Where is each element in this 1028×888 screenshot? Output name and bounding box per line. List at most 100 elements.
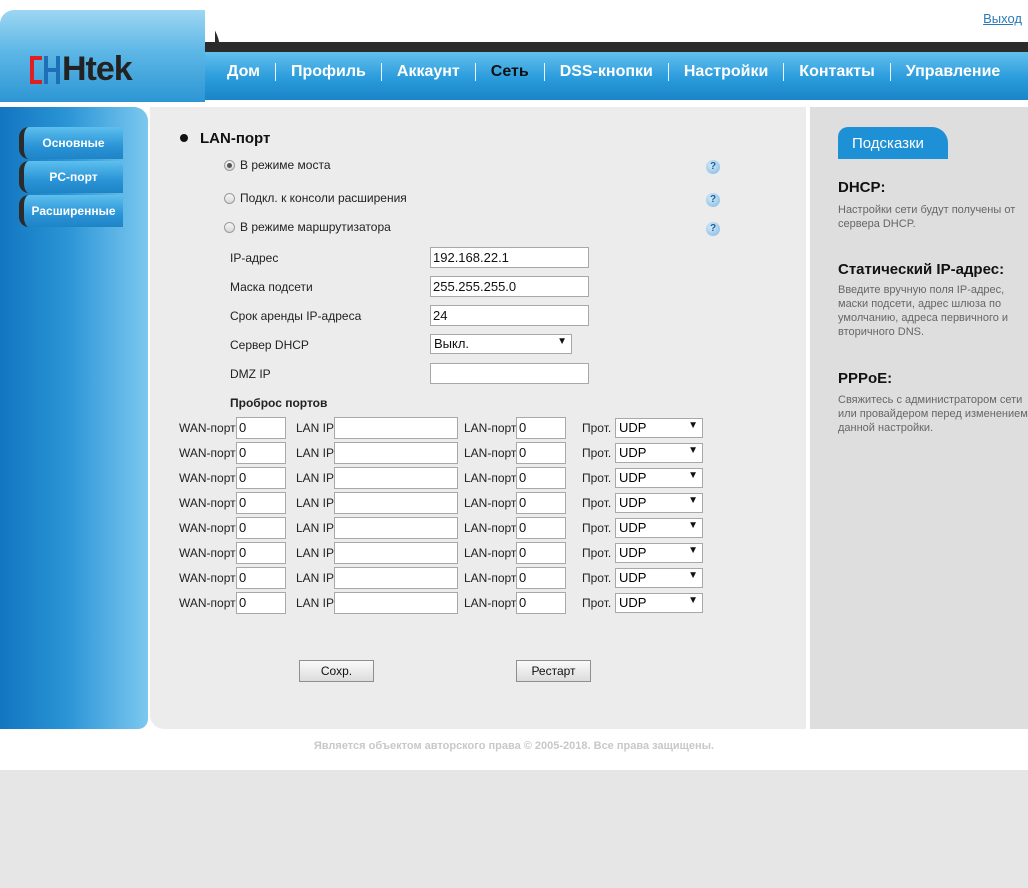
nav-divider xyxy=(474,63,476,81)
nav-account[interactable]: Аккаунт xyxy=(382,63,475,81)
protocol-value: UDP xyxy=(619,570,647,585)
sidebar-item-advanced[interactable]: Расширенные xyxy=(19,195,123,227)
dmz-ip-input[interactable] xyxy=(430,363,589,384)
lan-port-label: LAN-порт xyxy=(464,571,517,585)
lease-time-label: Срок аренды IP-адреса xyxy=(230,309,362,323)
lan-port-label: LAN-порт xyxy=(464,446,517,460)
ip-address-input[interactable]: 192.168.22.1 xyxy=(430,247,589,268)
protocol-select[interactable]: UDP ▼ xyxy=(615,518,703,538)
lan-ip-input[interactable] xyxy=(334,567,458,589)
wan-port-label: WAN-порт xyxy=(179,571,236,585)
restart-button[interactable]: Рестарт xyxy=(516,660,591,682)
nav-divider xyxy=(543,63,545,81)
radio-bridge[interactable] xyxy=(224,159,235,171)
tips-tab: Подсказки xyxy=(838,127,948,159)
nav-dss-keys[interactable]: DSS-кнопки xyxy=(545,63,668,81)
lan-ip-input[interactable] xyxy=(334,417,458,439)
logo-text: Htek xyxy=(62,50,133,88)
lan-ip-label: LAN IP xyxy=(296,521,335,535)
lan-port-input[interactable]: 0 xyxy=(516,492,566,514)
dhcp-server-label: Сервер DHCP xyxy=(230,338,309,352)
table-row: WAN-порт 0 LAN IP LAN-порт 0 Прот. UDP ▼ xyxy=(0,542,720,564)
protocol-select[interactable]: UDP ▼ xyxy=(615,568,703,588)
nav-divider xyxy=(667,63,669,81)
table-row: WAN-порт 0 LAN IP LAN-порт 0 Прот. UDP ▼ xyxy=(0,592,720,614)
dropdown-arrow-icon: ▼ xyxy=(688,470,698,481)
lan-ip-input[interactable] xyxy=(334,467,458,489)
protocol-select[interactable]: UDP ▼ xyxy=(615,468,703,488)
wan-port-label: WAN-порт xyxy=(179,546,236,560)
logout-link[interactable]: Выход xyxy=(983,11,1022,26)
lan-ip-input[interactable] xyxy=(334,592,458,614)
protocol-select[interactable]: UDP ▼ xyxy=(615,493,703,513)
lan-port-input[interactable]: 0 xyxy=(516,517,566,539)
tip-text-dhcp: Настройки сети будут получены от сервера… xyxy=(838,204,1016,230)
lan-port-input[interactable]: 0 xyxy=(516,417,566,439)
save-button[interactable]: Сохр. xyxy=(299,660,374,682)
tip-title-pppoe: PPPoE: xyxy=(838,370,893,387)
nav-network[interactable]: Сеть xyxy=(476,63,544,81)
wan-port-label: WAN-порт xyxy=(179,471,236,485)
dropdown-arrow-icon: ▼ xyxy=(557,336,567,347)
sidebar-item-basic[interactable]: Основные xyxy=(19,127,123,159)
wan-port-input[interactable]: 0 xyxy=(236,467,286,489)
nav-contacts[interactable]: Контакты xyxy=(784,63,889,81)
lan-port-input[interactable]: 0 xyxy=(516,567,566,589)
dropdown-arrow-icon: ▼ xyxy=(688,595,698,606)
lan-ip-input[interactable] xyxy=(334,492,458,514)
header: Выход Htek Дом Профиль Аккаунт Сеть DSS-… xyxy=(0,0,1028,104)
lan-ip-input[interactable] xyxy=(334,442,458,464)
lan-ip-label: LAN IP xyxy=(296,421,335,435)
protocol-select[interactable]: UDP ▼ xyxy=(615,543,703,563)
tip-text-static-ip: Введите вручную поля IP-адрес, маски под… xyxy=(838,284,1009,338)
dhcp-server-select[interactable]: Выкл. ▼ xyxy=(430,334,572,354)
subnet-mask-input[interactable]: 255.255.255.0 xyxy=(430,276,589,297)
mode-router[interactable]: В режиме маршрутизатора xyxy=(224,220,391,234)
nav-divider xyxy=(275,63,276,81)
tip-title-dhcp: DHCP: xyxy=(838,179,886,196)
lan-port-input[interactable]: 0 xyxy=(516,442,566,464)
wan-port-input[interactable]: 0 xyxy=(236,417,286,439)
nav-home[interactable]: Дом xyxy=(212,63,275,81)
table-row: WAN-порт 0 LAN IP LAN-порт 0 Прот. UDP ▼ xyxy=(0,442,720,464)
nav-divider xyxy=(889,63,891,81)
lan-ip-input[interactable] xyxy=(334,517,458,539)
nav-management[interactable]: Управление xyxy=(891,63,1016,81)
wan-port-input[interactable]: 0 xyxy=(236,492,286,514)
protocol-label: Прот. xyxy=(582,496,612,510)
mode-expansion-console[interactable]: Подкл. к консоли расширения xyxy=(224,191,407,205)
table-row: WAN-порт 0 LAN IP LAN-порт 0 Прот. UDP ▼ xyxy=(0,467,720,489)
protocol-value: UDP xyxy=(619,470,647,485)
lease-time-input[interactable]: 24 xyxy=(430,305,589,326)
radio-router[interactable] xyxy=(224,221,235,233)
wan-port-input[interactable]: 0 xyxy=(236,517,286,539)
protocol-value: UDP xyxy=(619,445,647,460)
lan-ip-input[interactable] xyxy=(334,542,458,564)
protocol-label: Прот. xyxy=(582,546,612,560)
help-icon[interactable]: ? xyxy=(706,193,720,207)
wan-port-input[interactable]: 0 xyxy=(236,542,286,564)
help-icon[interactable]: ? xyxy=(706,160,720,174)
sidebar-item-pc-port[interactable]: PC-порт xyxy=(19,161,123,193)
wan-port-input[interactable]: 0 xyxy=(236,567,286,589)
protocol-select[interactable]: UDP ▼ xyxy=(615,443,703,463)
dropdown-arrow-icon: ▼ xyxy=(688,570,698,581)
wan-port-input[interactable]: 0 xyxy=(236,592,286,614)
radio-expansion-console[interactable] xyxy=(224,192,235,204)
help-icon[interactable]: ? xyxy=(706,222,720,236)
protocol-select[interactable]: UDP ▼ xyxy=(615,418,703,438)
table-row: WAN-порт 0 LAN IP LAN-порт 0 Прот. UDP ▼ xyxy=(0,417,720,439)
protocol-select[interactable]: UDP ▼ xyxy=(615,593,703,613)
nav-profile[interactable]: Профиль xyxy=(276,63,381,81)
protocol-value: UDP xyxy=(619,520,647,535)
nav-settings[interactable]: Настройки xyxy=(669,63,783,81)
ip-address-label: IP-адрес xyxy=(230,251,279,265)
lan-port-input[interactable]: 0 xyxy=(516,542,566,564)
lan-port-label: LAN-порт xyxy=(464,496,517,510)
lan-port-label: LAN-порт xyxy=(464,471,517,485)
lan-port-input[interactable]: 0 xyxy=(516,467,566,489)
table-row: WAN-порт 0 LAN IP LAN-порт 0 Прот. UDP ▼ xyxy=(0,517,720,539)
lan-port-input[interactable]: 0 xyxy=(516,592,566,614)
wan-port-input[interactable]: 0 xyxy=(236,442,286,464)
mode-bridge[interactable]: В режиме моста xyxy=(224,158,331,172)
